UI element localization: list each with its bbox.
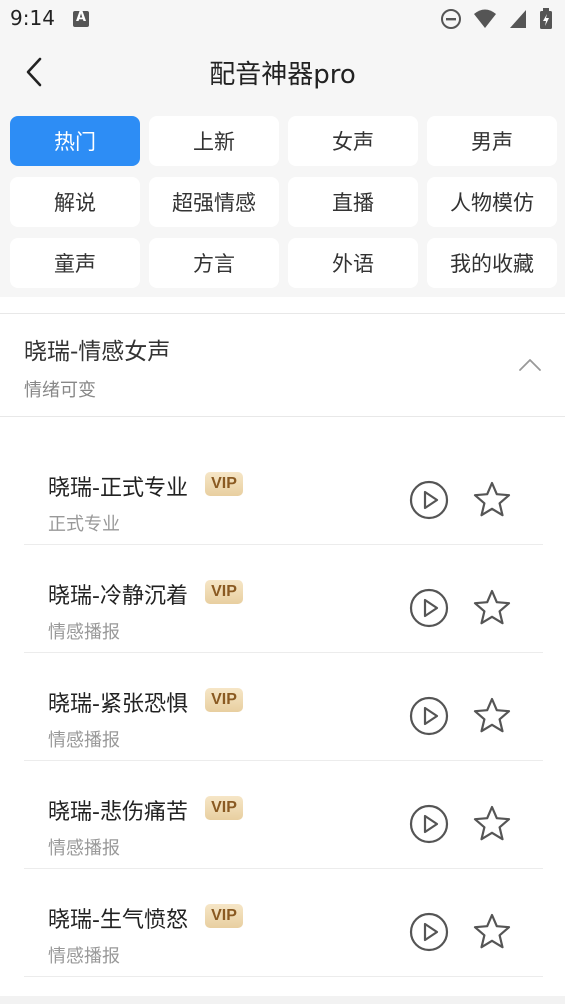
vip-badge: VIP (205, 472, 243, 496)
favorite-button[interactable] (472, 912, 512, 952)
voice-subtitle: 正式专业 (48, 514, 120, 535)
bottom-divider (0, 996, 565, 1004)
favorite-button[interactable] (472, 588, 512, 628)
favorite-button[interactable] (472, 804, 512, 844)
play-icon (409, 912, 449, 952)
play-icon (409, 696, 449, 736)
play-button[interactable] (409, 804, 449, 844)
page-title: 配音神器pro (209, 60, 356, 90)
voice-item[interactable]: 晓瑞-紧张恐惧 VIP 情感播报 (24, 652, 543, 761)
play-icon (409, 588, 449, 628)
collapse-toggle[interactable] (517, 352, 543, 378)
category-narration[interactable]: 解说 (10, 177, 140, 227)
category-live[interactable]: 直播 (288, 177, 418, 227)
voice-item[interactable]: 晓瑞-生气愤怒 VIP 情感播报 (24, 868, 543, 977)
vip-badge: VIP (205, 904, 243, 928)
star-icon (473, 697, 511, 733)
star-icon (473, 805, 511, 841)
play-button[interactable] (409, 588, 449, 628)
vip-badge: VIP (205, 580, 243, 604)
play-icon (409, 480, 449, 520)
category-impression[interactable]: 人物模仿 (427, 177, 557, 227)
voice-subtitle: 情感播报 (48, 838, 120, 859)
voice-title: 晓瑞-冷静沉着 (48, 584, 188, 609)
do-not-disturb-icon (440, 9, 461, 29)
category-emotion[interactable]: 超强情感 (149, 177, 279, 227)
category-female[interactable]: 女声 (288, 116, 418, 166)
category-male[interactable]: 男声 (427, 116, 557, 166)
status-time: 9:14 (10, 6, 55, 30)
voice-title: 晓瑞-生气愤怒 (48, 908, 188, 933)
status-icons (434, 8, 553, 30)
category-foreign[interactable]: 外语 (288, 238, 418, 288)
voice-title: 晓瑞-正式专业 (48, 476, 188, 501)
app-header: 配音神器pro (0, 38, 565, 106)
voice-item[interactable]: 晓瑞-悲伤痛苦 VIP 情感播报 (24, 760, 543, 869)
voice-item[interactable]: 晓瑞-冷静沉着 VIP 情感播报 (24, 544, 543, 653)
vip-badge: VIP (205, 796, 243, 820)
category-favorites[interactable]: 我的收藏 (427, 238, 557, 288)
category-child[interactable]: 童声 (10, 238, 140, 288)
star-icon (473, 589, 511, 625)
star-icon (473, 913, 511, 949)
voice-group-header[interactable]: 晓瑞-情感女声 情绪可变 (0, 313, 565, 417)
voice-subtitle: 情感播报 (48, 946, 120, 967)
play-button[interactable] (409, 480, 449, 520)
category-new[interactable]: 上新 (149, 116, 279, 166)
voice-title: 晓瑞-悲伤痛苦 (48, 800, 188, 825)
category-grid: 热门 上新 女声 男声 解说 超强情感 直播 人物模仿 童声 方言 外语 我的收… (0, 106, 565, 297)
voice-subtitle: 情感播报 (48, 730, 120, 751)
section-spacer (0, 297, 565, 313)
play-button[interactable] (409, 912, 449, 952)
status-bar: 9:14 (0, 0, 565, 38)
signal-icon (509, 10, 526, 28)
play-button[interactable] (409, 696, 449, 736)
battery-charging-icon (540, 8, 552, 29)
play-icon (409, 804, 449, 844)
star-icon (473, 481, 511, 517)
vip-badge: VIP (205, 688, 243, 712)
group-subtitle: 情绪可变 (24, 380, 96, 401)
wifi-icon (473, 9, 496, 28)
voice-item[interactable]: 晓瑞-正式专业 VIP 正式专业 (24, 436, 543, 545)
voice-title: 晓瑞-紧张恐惧 (48, 692, 188, 717)
chevron-up-icon (519, 359, 541, 371)
notification-a-icon (73, 10, 89, 27)
category-dialect[interactable]: 方言 (149, 238, 279, 288)
group-title: 晓瑞-情感女声 (24, 339, 171, 365)
favorite-button[interactable] (472, 696, 512, 736)
favorite-button[interactable] (472, 480, 512, 520)
category-hot[interactable]: 热门 (10, 116, 140, 166)
voice-subtitle: 情感播报 (48, 622, 120, 643)
